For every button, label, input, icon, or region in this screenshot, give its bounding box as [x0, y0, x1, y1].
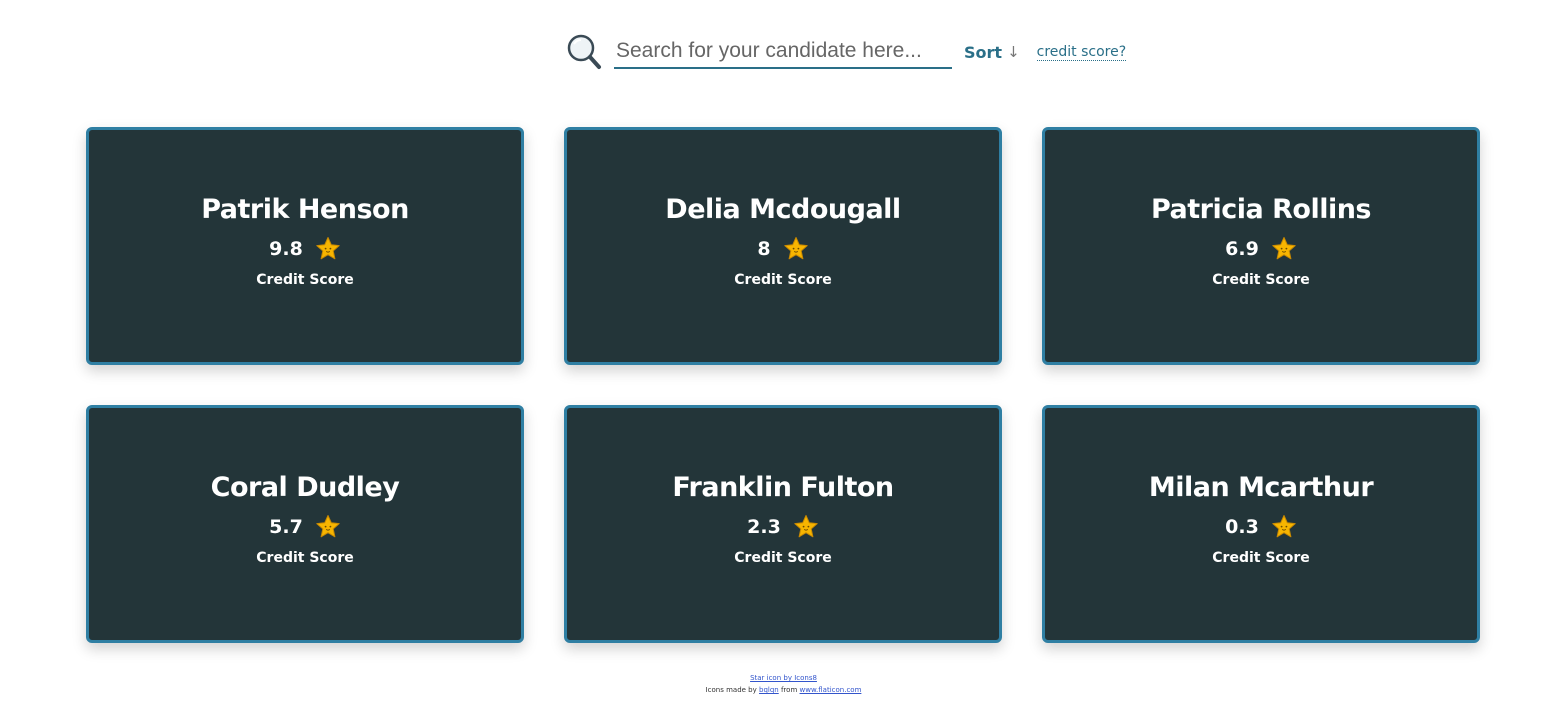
star-icon: [316, 237, 340, 260]
sort-arrow-icon: ↓: [1007, 43, 1020, 61]
author-link[interactable]: bqlqn: [759, 686, 779, 694]
credit-score-label: Credit Score: [256, 272, 354, 288]
credit-score-value: 2.3: [747, 516, 781, 538]
score-row: 8: [757, 234, 808, 264]
candidate-card[interactable]: Delia Mcdougall 8 Credit Score: [564, 127, 1002, 365]
credit-score-label: Credit Score: [1212, 550, 1310, 566]
star-icon: [1272, 515, 1296, 538]
search-input[interactable]: [614, 35, 952, 69]
credit-score-label: Credit Score: [1212, 272, 1310, 288]
star-icon: [794, 515, 818, 538]
score-row: 9.8: [269, 234, 341, 264]
candidate-card[interactable]: Coral Dudley 5.7 Credit Score: [86, 405, 524, 643]
credit-score-value: 8: [757, 238, 771, 260]
candidate-name: Franklin Fulton: [672, 472, 894, 503]
credit-score-value: 5.7: [269, 516, 303, 538]
sort-button[interactable]: Sort ↓: [964, 43, 1020, 62]
candidate-card[interactable]: Patricia Rollins 6.9 Credit Score: [1042, 127, 1480, 365]
candidate-card[interactable]: Franklin Fulton 2.3 Credit Score: [564, 405, 1002, 643]
candidate-name: Milan Mcarthur: [1148, 472, 1374, 503]
candidate-name: Patrik Henson: [201, 194, 409, 225]
attribution-line-2: Icons made by bqlqn from www.flaticon.co…: [0, 684, 1567, 696]
credit-score-label: Credit Score: [734, 550, 832, 566]
credit-score-help-link[interactable]: credit score?: [1036, 44, 1127, 61]
candidate-card[interactable]: Patrik Henson 9.8 Credit Score: [86, 127, 524, 365]
icons8-link[interactable]: Star icon by Icons8: [750, 674, 817, 682]
star-icon: [1272, 237, 1296, 260]
score-row: 2.3: [747, 512, 819, 542]
attribution-line-1: Star icon by Icons8: [0, 672, 1567, 684]
credit-score-label: Credit Score: [734, 272, 832, 288]
candidate-name: Patricia Rollins: [1150, 194, 1372, 225]
credit-score-value: 9.8: [269, 238, 303, 260]
search-bar: Sort ↓ credit score?: [564, 30, 1127, 74]
credit-score-value: 0.3: [1225, 516, 1259, 538]
attribution-footer: Star icon by Icons8 Icons made by bqlqn …: [0, 672, 1567, 696]
candidate-grid: Patrik Henson 9.8 Credit Score Delia Mcd…: [86, 127, 1480, 643]
star-icon: [316, 515, 340, 538]
sort-label: Sort: [964, 42, 1003, 62]
credit-score-value: 6.9: [1225, 238, 1259, 260]
search-icon[interactable]: [564, 32, 604, 72]
attribution-prefix: Icons made by: [705, 686, 757, 694]
candidate-name: Delia Mcdougall: [665, 194, 901, 225]
credit-score-label: Credit Score: [256, 550, 354, 566]
score-row: 6.9: [1225, 234, 1297, 264]
attribution-mid: from: [780, 686, 798, 694]
candidate-name: Coral Dudley: [210, 472, 400, 503]
star-icon: [783, 237, 808, 260]
score-row: 5.7: [269, 512, 341, 542]
score-row: 0.3: [1225, 512, 1297, 542]
flaticon-link[interactable]: www.flaticon.com: [800, 686, 862, 694]
candidate-card[interactable]: Milan Mcarthur 0.3 Credit Score: [1042, 405, 1480, 643]
